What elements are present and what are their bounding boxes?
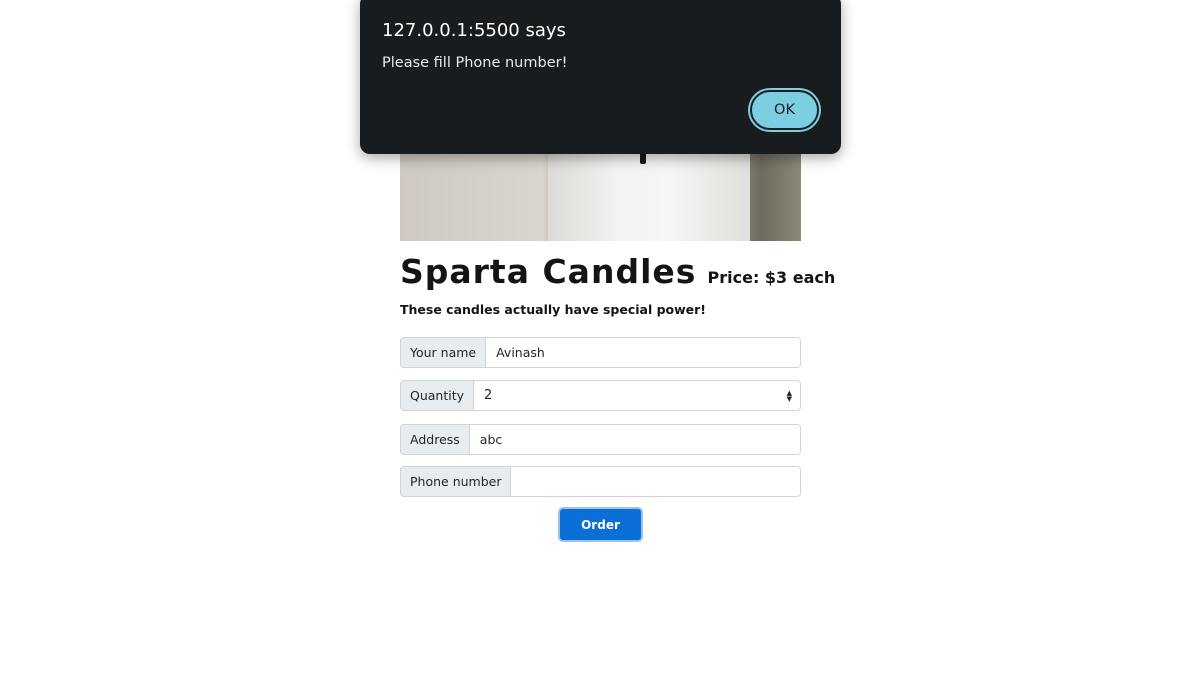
phone-field-group: Phone number [400, 466, 801, 497]
address-field-group: Address abc [400, 424, 801, 455]
quantity-select[interactable]: 2 ▲ ▼ [474, 381, 800, 410]
alert-dialog: 127.0.0.1:5500 says Please fill Phone nu… [360, 0, 841, 154]
select-arrows-icon: ▲ ▼ [786, 389, 792, 403]
phone-label: Phone number [401, 467, 512, 496]
price-label: Price: $3 each [707, 268, 836, 287]
order-button[interactable]: Order [560, 509, 641, 540]
quantity-value: 2 [484, 388, 493, 403]
title-row: Sparta Candles Price: $3 each [400, 252, 835, 291]
quantity-field-group: Quantity 2 ▲ ▼ [400, 380, 801, 411]
phone-input[interactable] [511, 467, 800, 496]
quantity-label: Quantity [401, 381, 475, 410]
tagline: These candles actually have special powe… [400, 302, 707, 317]
address-input[interactable]: abc [469, 425, 800, 454]
name-field-group: Your name Avinash [400, 337, 801, 368]
page-title: Sparta Candles [400, 252, 697, 291]
ok-button[interactable]: OK [750, 90, 819, 130]
dialog-title: 127.0.0.1:5500 says [382, 20, 566, 41]
name-input[interactable]: Avinash [486, 338, 800, 367]
address-label: Address [401, 425, 470, 454]
dialog-message: Please fill Phone number! [382, 55, 568, 71]
name-label: Your name [401, 338, 487, 367]
